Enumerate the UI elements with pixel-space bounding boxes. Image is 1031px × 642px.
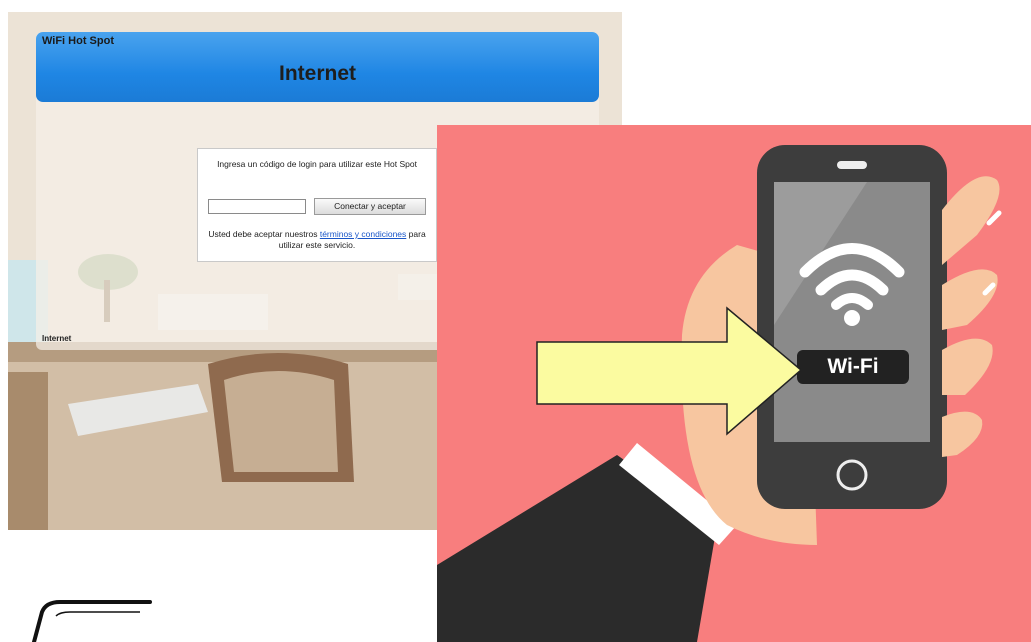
terms-prefix: Usted debe aceptar nuestros [208, 229, 320, 239]
portal-title: Internet [278, 62, 356, 85]
portal-brand: WiFi Hot Spot [42, 35, 114, 47]
login-code-input[interactable] [208, 199, 306, 214]
yellow-arrow-icon [536, 306, 803, 436]
wifi-badge-label: Wi-Fi [827, 355, 879, 378]
connect-accept-button[interactable]: Conectar y aceptar [314, 198, 426, 215]
document-corner-icon [32, 600, 152, 642]
speaker-icon [837, 161, 867, 169]
login-prompt: Ingresa un código de login para utilizar… [217, 159, 417, 169]
login-box: Ingresa un código de login para utilizar… [197, 148, 437, 262]
portal-footer-label: Internet [42, 334, 72, 343]
terms-link[interactable]: términos y condiciones [320, 229, 406, 239]
terms-notice: Usted debe aceptar nuestros términos y c… [206, 229, 428, 251]
portal-header: WiFi Hot Spot Internet [36, 32, 599, 102]
